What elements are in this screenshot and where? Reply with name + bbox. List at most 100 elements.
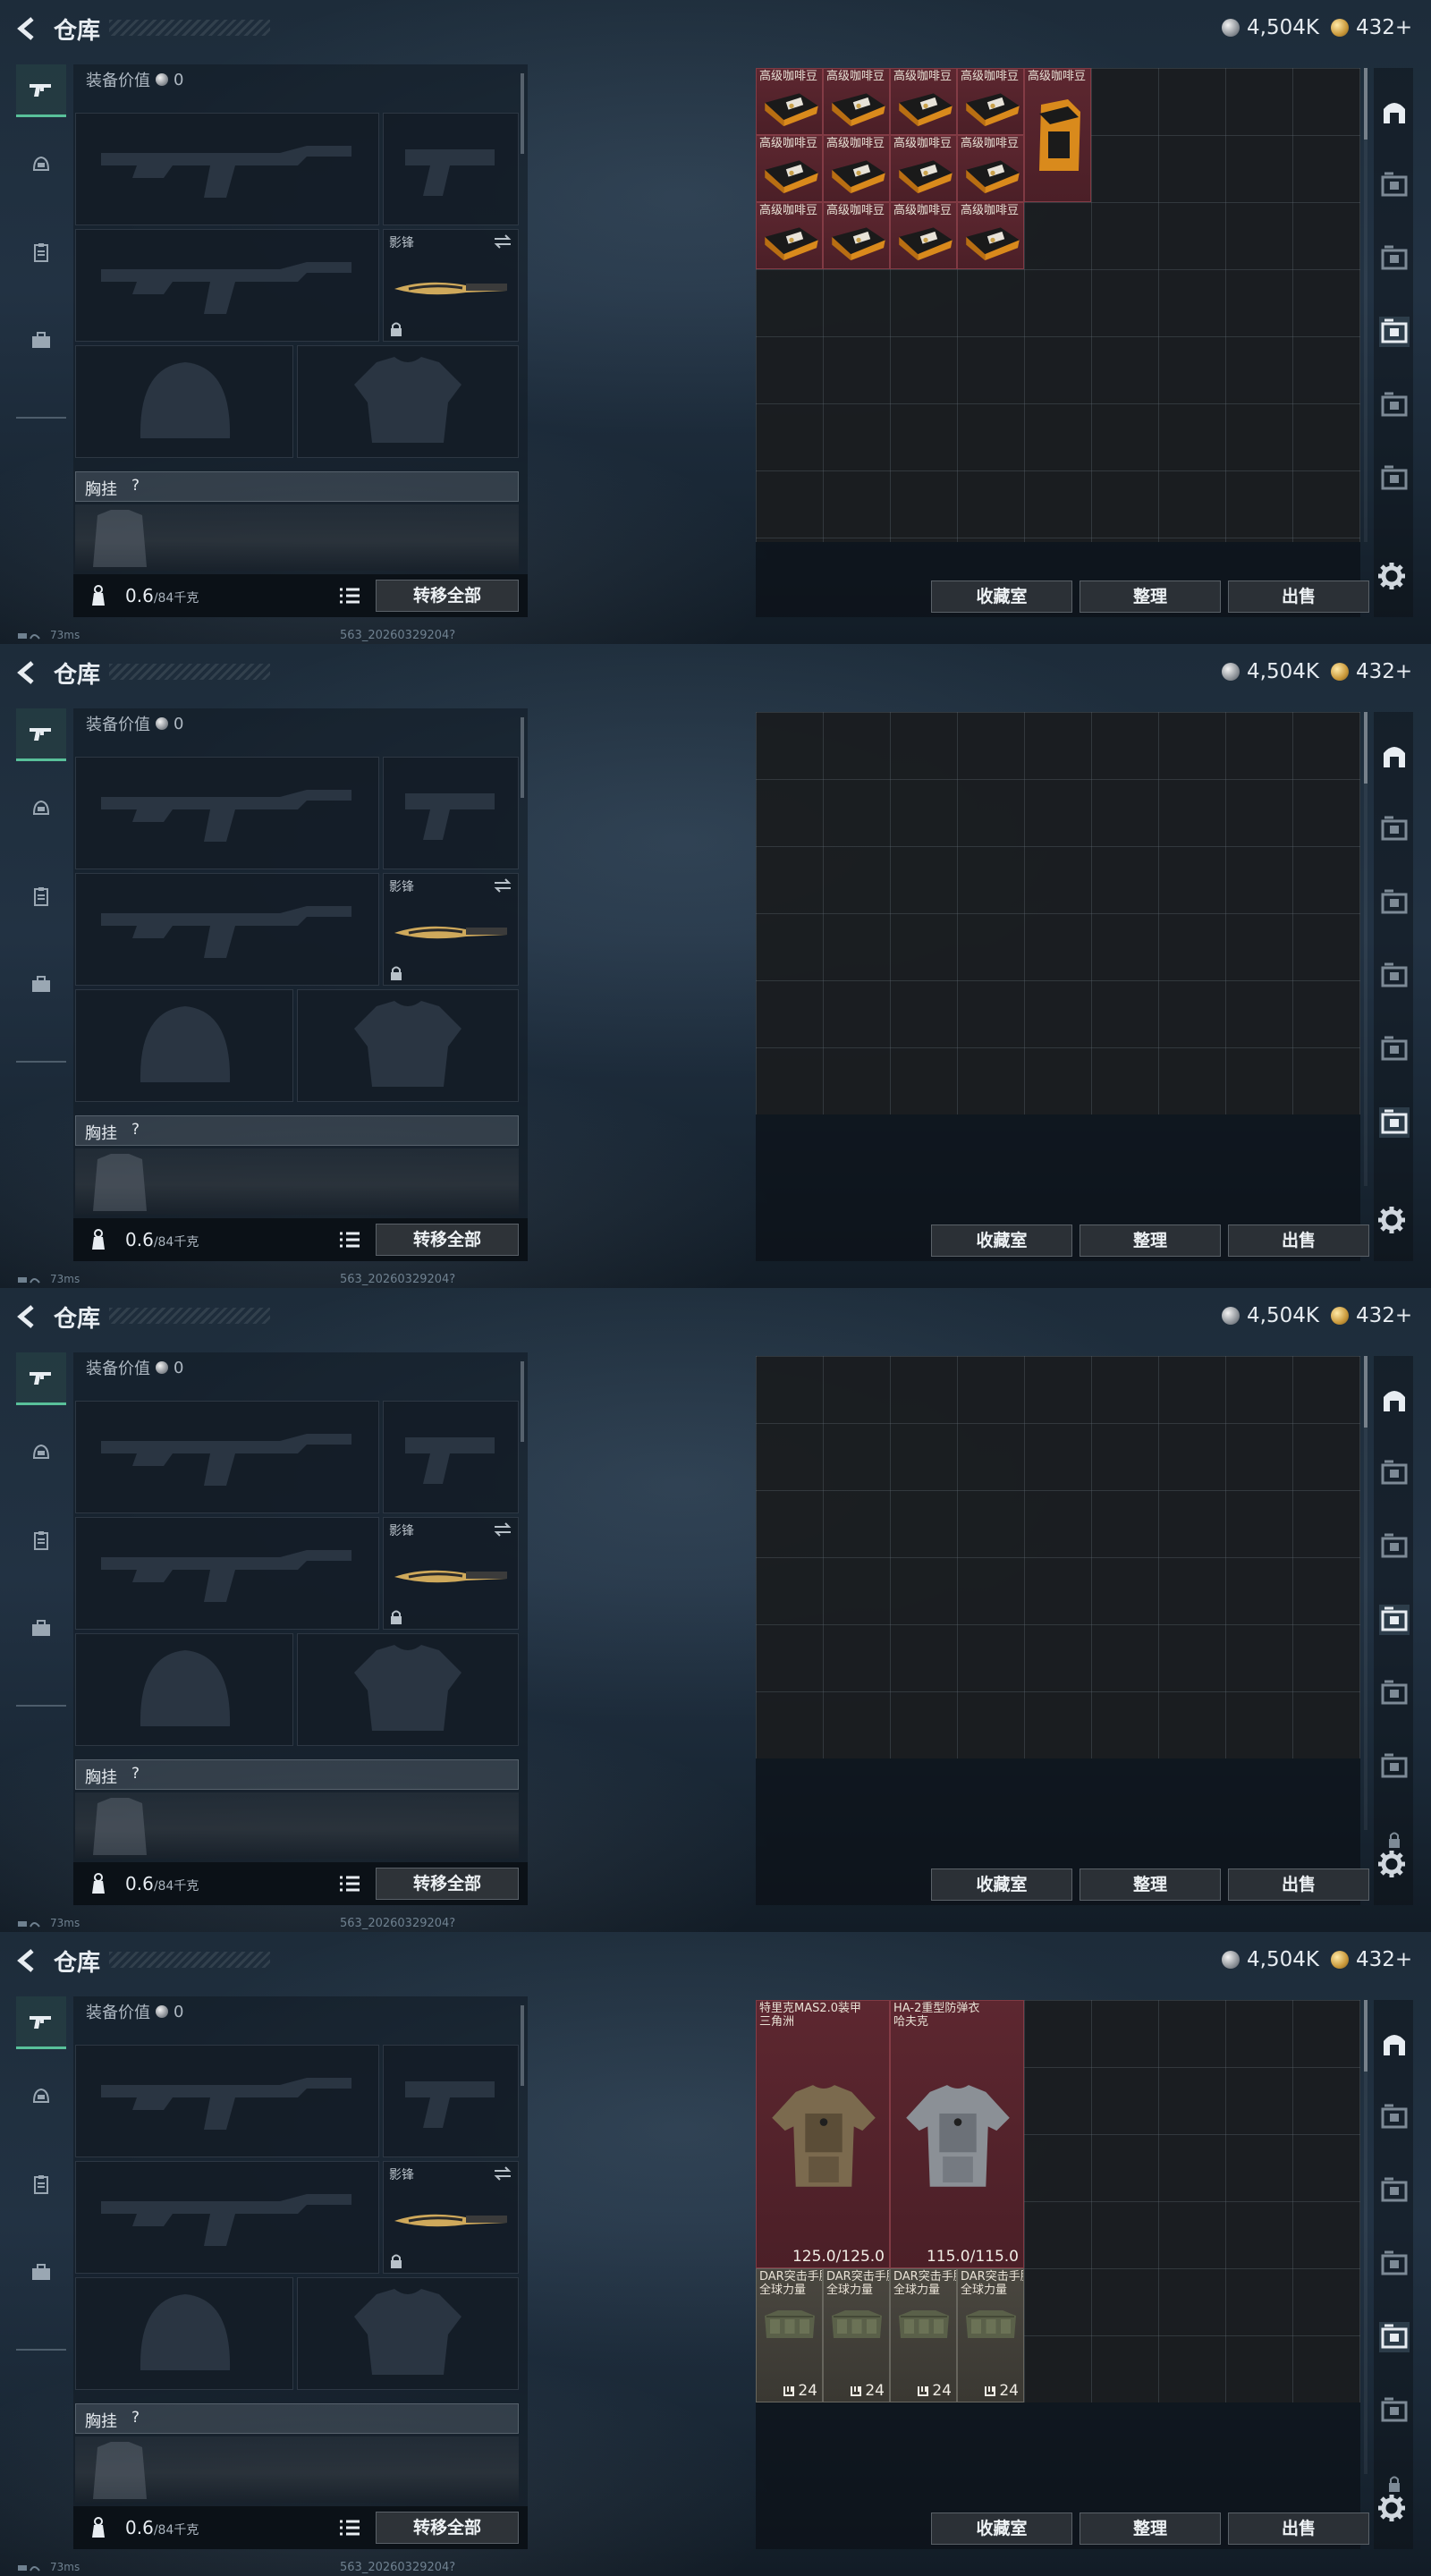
rail-item-2[interactable]	[1379, 2102, 1410, 2132]
transfer-all-button[interactable]: 转移全部	[376, 580, 519, 612]
silver-currency[interactable]: 4,504K	[1222, 660, 1319, 683]
rail-item-6[interactable]	[1379, 1751, 1410, 1782]
rail-item-3[interactable]	[1379, 1531, 1410, 1562]
stash-item-coffee[interactable]: 高级咖啡豆	[957, 202, 1024, 269]
swap-icon[interactable]	[493, 2165, 512, 2182]
equipment-scrollbar[interactable]	[521, 2005, 524, 2086]
helmet-slot[interactable]	[75, 2277, 293, 2390]
back-button[interactable]	[13, 1946, 43, 1975]
stash-item-coffee[interactable]: 高级咖啡豆	[756, 202, 823, 269]
stash-grid[interactable]	[756, 1356, 1360, 1830]
helmet-slot[interactable]	[75, 1633, 293, 1746]
backpack-area[interactable]	[75, 1792, 519, 1859]
stash-grid[interactable]: 特里克MAS2.0装甲 三角洲 125.0/125.0 HA-2重型防弹衣 哈夫克 115…	[756, 2000, 1360, 2474]
stash-item-coffee[interactable]: 高级咖啡豆	[957, 68, 1024, 135]
transfer-all-button[interactable]: 转移全部	[376, 2512, 519, 2544]
sell-button[interactable]: 出售	[1228, 1224, 1369, 1257]
nav-item-tasks[interactable]	[16, 1515, 66, 1565]
stash-item-coffee[interactable]: 高级咖啡豆	[756, 135, 823, 202]
primary-weapon-slot[interactable]	[75, 113, 379, 225]
swap-icon[interactable]	[493, 1521, 512, 1538]
nav-item-tasks[interactable]	[16, 227, 66, 277]
back-button[interactable]	[13, 14, 43, 43]
equipment-scrollbar[interactable]	[521, 1361, 524, 1442]
pistol-slot[interactable]	[383, 1401, 519, 1513]
stash-item-coffee-bag[interactable]: 高级咖啡豆	[1024, 68, 1091, 202]
nav-item-case[interactable]	[16, 315, 66, 365]
stash-item-coffee[interactable]: 高级咖啡豆	[823, 202, 890, 269]
rail-item-5[interactable]	[1379, 390, 1410, 420]
sort-button[interactable]: 整理	[1080, 1224, 1221, 1257]
pistol-slot[interactable]	[383, 2045, 519, 2157]
nav-item-helmet[interactable]	[16, 2072, 66, 2122]
list-view-button[interactable]	[338, 1229, 361, 1250]
stash-item-coffee[interactable]: 高级咖啡豆	[890, 135, 957, 202]
rail-item-2[interactable]	[1379, 170, 1410, 200]
helmet-slot[interactable]	[75, 345, 293, 458]
rail-item-3[interactable]	[1379, 243, 1410, 274]
rail-item-4[interactable]	[1379, 1605, 1410, 1635]
stash-item-coffee[interactable]: 高级咖啡豆	[823, 135, 890, 202]
armor-slot[interactable]	[297, 2277, 519, 2390]
rail-item-1[interactable]	[1379, 2029, 1410, 2059]
collection-button[interactable]: 收藏室	[931, 2512, 1072, 2545]
rail-item-1[interactable]	[1379, 1385, 1410, 1415]
gold-currency[interactable]: 432+	[1331, 1304, 1412, 1327]
rail-item-3[interactable]	[1379, 2175, 1410, 2206]
scroll-thumb[interactable]	[1364, 2000, 1367, 2072]
scroll-thumb[interactable]	[1364, 68, 1367, 140]
chest-rig-bar[interactable]: 胸挂 ?	[75, 1759, 519, 1790]
stash-item-chest-rig[interactable]: DAR突击手胸挂全球力量 24	[890, 2268, 957, 2402]
rail-item-1[interactable]	[1379, 97, 1410, 127]
collection-button[interactable]: 收藏室	[931, 1868, 1072, 1901]
rail-item-5[interactable]	[1379, 2322, 1410, 2352]
stash-item-coffee[interactable]: 高级咖啡豆	[890, 202, 957, 269]
silver-currency[interactable]: 4,504K	[1222, 16, 1319, 39]
secondary-weapon-slot[interactable]	[75, 229, 379, 342]
back-button[interactable]	[13, 1302, 43, 1331]
sell-button[interactable]: 出售	[1228, 2512, 1369, 2545]
armor-slot[interactable]	[297, 989, 519, 1102]
transfer-all-button[interactable]: 转移全部	[376, 1224, 519, 1256]
rail-item-4[interactable]	[1379, 2249, 1410, 2279]
nav-item-tasks[interactable]	[16, 2159, 66, 2209]
stash-scrollbar[interactable]	[1364, 712, 1367, 1186]
settings-button[interactable]	[1376, 560, 1411, 596]
list-view-button[interactable]	[338, 585, 361, 606]
rail-item-2[interactable]	[1379, 814, 1410, 844]
primary-weapon-slot[interactable]	[75, 1401, 379, 1513]
pistol-slot[interactable]	[383, 113, 519, 225]
nav-item-weapons[interactable]	[16, 64, 66, 117]
nav-item-case[interactable]	[16, 1603, 66, 1653]
stash-item-armor1[interactable]: 特里克MAS2.0装甲 三角洲 125.0/125.0	[756, 2000, 890, 2268]
rail-item-2[interactable]	[1379, 1458, 1410, 1488]
rail-item-5[interactable]	[1379, 1034, 1410, 1064]
silver-currency[interactable]: 4,504K	[1222, 1948, 1319, 1971]
chest-rig-bar[interactable]: 胸挂 ?	[75, 1115, 519, 1146]
scroll-thumb[interactable]	[1364, 1356, 1367, 1428]
backpack-area[interactable]	[75, 504, 519, 571]
gold-currency[interactable]: 432+	[1331, 1948, 1412, 1971]
sort-button[interactable]: 整理	[1080, 2512, 1221, 2545]
stash-scrollbar[interactable]	[1364, 2000, 1367, 2474]
silver-currency[interactable]: 4,504K	[1222, 1304, 1319, 1327]
rail-item-6[interactable]	[1379, 1107, 1410, 1138]
melee-slot[interactable]: 影锋	[383, 873, 519, 986]
equipment-scrollbar[interactable]	[521, 73, 524, 154]
settings-button[interactable]	[1376, 1848, 1411, 1884]
stash-item-chest-rig[interactable]: DAR突击手胸挂全球力量 24	[823, 2268, 890, 2402]
helmet-slot[interactable]	[75, 989, 293, 1102]
collection-button[interactable]: 收藏室	[931, 580, 1072, 613]
gold-currency[interactable]: 432+	[1331, 16, 1412, 39]
melee-slot[interactable]: 影锋	[383, 1517, 519, 1630]
backpack-area[interactable]	[75, 1148, 519, 1215]
nav-item-case[interactable]	[16, 959, 66, 1009]
gold-currency[interactable]: 432+	[1331, 660, 1412, 683]
armor-slot[interactable]	[297, 345, 519, 458]
nav-item-helmet[interactable]	[16, 140, 66, 190]
nav-item-weapons[interactable]	[16, 1996, 66, 2049]
transfer-all-button[interactable]: 转移全部	[376, 1868, 519, 1900]
stash-item-chest-rig[interactable]: DAR突击手胸挂全球力量 24	[957, 2268, 1024, 2402]
chest-rig-bar[interactable]: 胸挂 ?	[75, 471, 519, 502]
melee-slot[interactable]: 影锋	[383, 229, 519, 342]
